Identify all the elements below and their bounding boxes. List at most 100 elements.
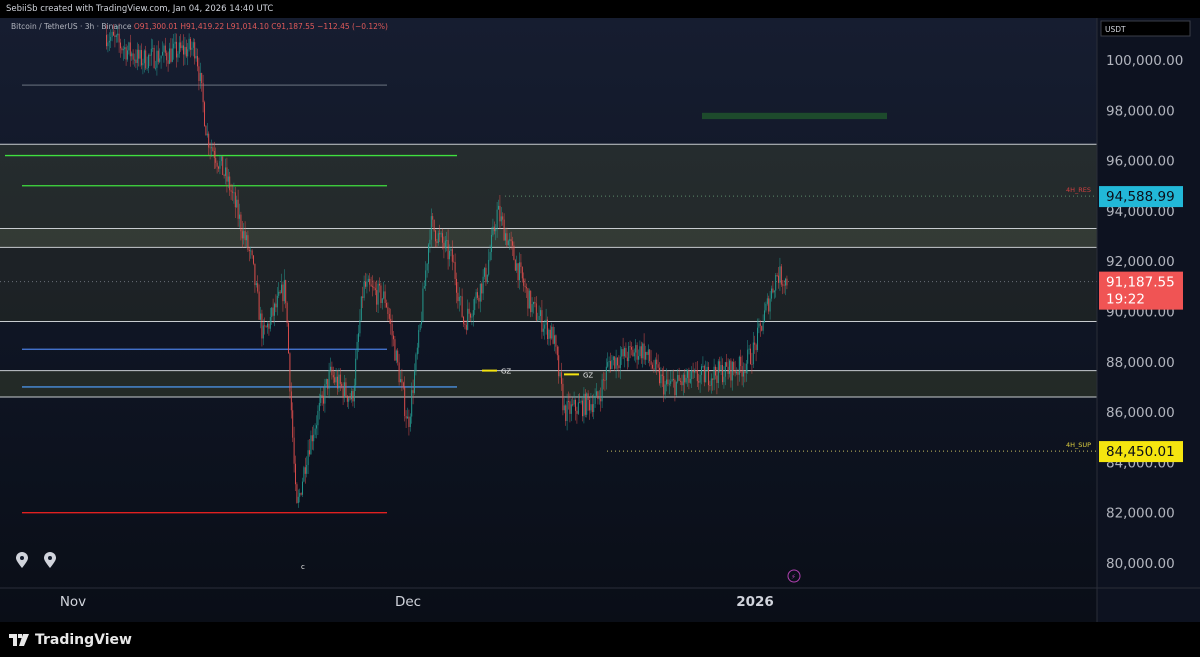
wave-label-c: c: [301, 563, 305, 571]
candle-body: [775, 275, 777, 291]
candle-body: [290, 391, 292, 411]
candle-body: [414, 371, 416, 393]
candle-body: [702, 366, 704, 367]
candle-body: [398, 362, 400, 383]
candle-body: [289, 353, 291, 392]
candle-body: [534, 302, 536, 304]
candle-body: [307, 450, 309, 465]
candle-body: [670, 381, 672, 384]
candle-body: [156, 50, 158, 68]
candle-body: [645, 351, 647, 360]
candle-body: [148, 55, 150, 68]
candle-body: [477, 292, 479, 298]
candle-body: [507, 240, 509, 246]
candle-body: [180, 42, 182, 49]
candle-body: [311, 435, 313, 442]
candle-body: [709, 385, 711, 386]
candle-body: [400, 379, 402, 383]
candle-body: [412, 390, 414, 393]
candle-body: [478, 297, 480, 302]
candle-body: [719, 361, 721, 371]
candle-body: [759, 323, 761, 326]
candle-body: [521, 266, 523, 279]
candle-body: [212, 147, 214, 152]
candle-body: [390, 318, 392, 325]
candle-body: [191, 47, 193, 50]
candle-body: [691, 370, 693, 379]
candle-body: [779, 266, 781, 283]
candle-body: [722, 365, 724, 383]
candle-body: [409, 416, 411, 428]
candle-body: [481, 283, 483, 294]
candle-body: [729, 360, 731, 374]
candle-body: [523, 278, 525, 286]
candle-body: [596, 391, 598, 396]
candle-body: [506, 233, 508, 246]
candle-body: [136, 49, 138, 63]
candle-body: [496, 209, 498, 229]
candle-body: [407, 416, 409, 419]
candle-body: [435, 230, 437, 242]
candle-body: [299, 493, 301, 497]
candle-body: [684, 374, 686, 383]
candle-body: [197, 56, 199, 67]
candle-body: [604, 380, 606, 381]
candle-body: [271, 307, 273, 318]
candle-body: [587, 393, 589, 401]
candle-body: [325, 379, 327, 385]
chart-area[interactable]: GZ GZ c USDT 100,000.00 98,000.00 96,000.00 94,…: [0, 18, 1200, 622]
candle-body: [265, 326, 267, 328]
candle-body: [771, 288, 773, 299]
time-tick: Dec: [395, 594, 421, 610]
candle-body: [376, 290, 378, 305]
candle-body: [387, 307, 389, 314]
candle-body: [638, 356, 640, 360]
candle-body: [408, 416, 410, 428]
candle-body: [754, 342, 756, 345]
candle-body: [726, 362, 728, 367]
candle-body: [163, 45, 165, 52]
candle-body: [764, 310, 766, 323]
candle-body: [425, 270, 427, 287]
candle-body: [152, 47, 154, 49]
candle-body: [762, 322, 764, 331]
pin-hole: [48, 556, 52, 560]
candle-body: [337, 376, 339, 389]
candle-body: [317, 410, 319, 426]
candle-body: [453, 261, 455, 263]
candle-body: [615, 357, 617, 369]
candle-body: [164, 45, 166, 53]
candle-body: [243, 231, 245, 239]
candle-body: [397, 350, 399, 363]
candle-body: [157, 50, 159, 62]
candle-body: [346, 395, 348, 402]
candle-body: [227, 176, 229, 182]
candle-body: [132, 53, 134, 60]
candle-body: [275, 303, 277, 308]
candle-body: [717, 361, 719, 383]
candle-body: [451, 249, 453, 262]
candle-body: [449, 250, 451, 260]
price-tick: 88,000.00: [1106, 355, 1175, 371]
candle-body: [608, 361, 610, 363]
price-chart[interactable]: GZ GZ c USDT 100,000.00 98,000.00 96,000.00 94,…: [0, 18, 1200, 622]
candle-body: [547, 319, 549, 339]
candle-body: [622, 349, 624, 357]
candle-body: [295, 463, 297, 485]
candle-body: [463, 316, 465, 324]
candle-body: [360, 296, 362, 321]
candle-body: [745, 363, 747, 374]
candle-body: [204, 102, 206, 126]
candle-body: [682, 374, 684, 386]
candle-body: [660, 374, 662, 384]
candle-body: [262, 325, 264, 339]
candle-body: [405, 416, 407, 419]
candle-body: [162, 51, 164, 56]
gz-label: GZ: [501, 368, 511, 376]
candle-body: [556, 346, 558, 356]
candle-body: [187, 49, 189, 57]
candle-body: [652, 364, 654, 369]
candle-body: [750, 348, 752, 365]
candle-body: [570, 404, 572, 414]
candle-body: [261, 313, 263, 339]
